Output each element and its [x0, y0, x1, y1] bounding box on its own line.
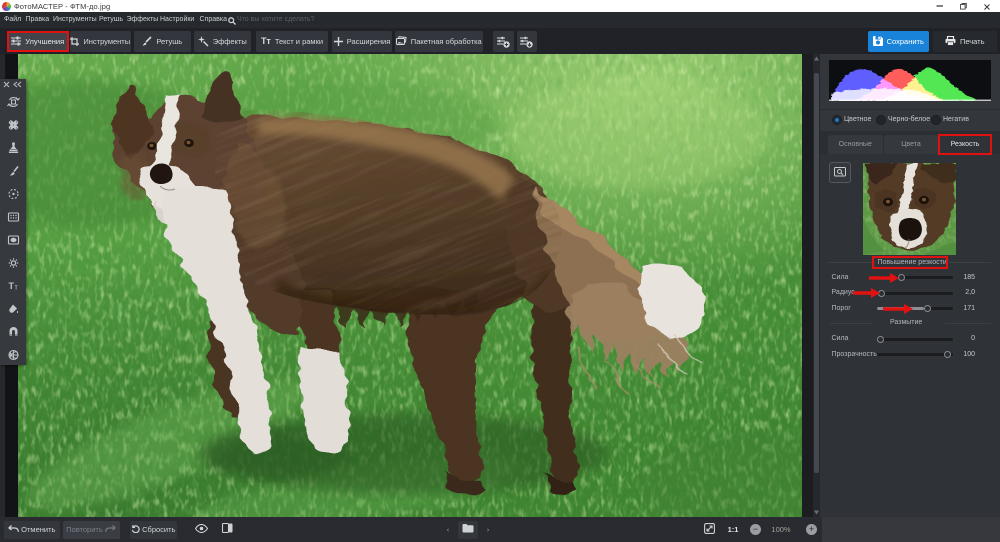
svg-text:т: т	[15, 285, 19, 292]
